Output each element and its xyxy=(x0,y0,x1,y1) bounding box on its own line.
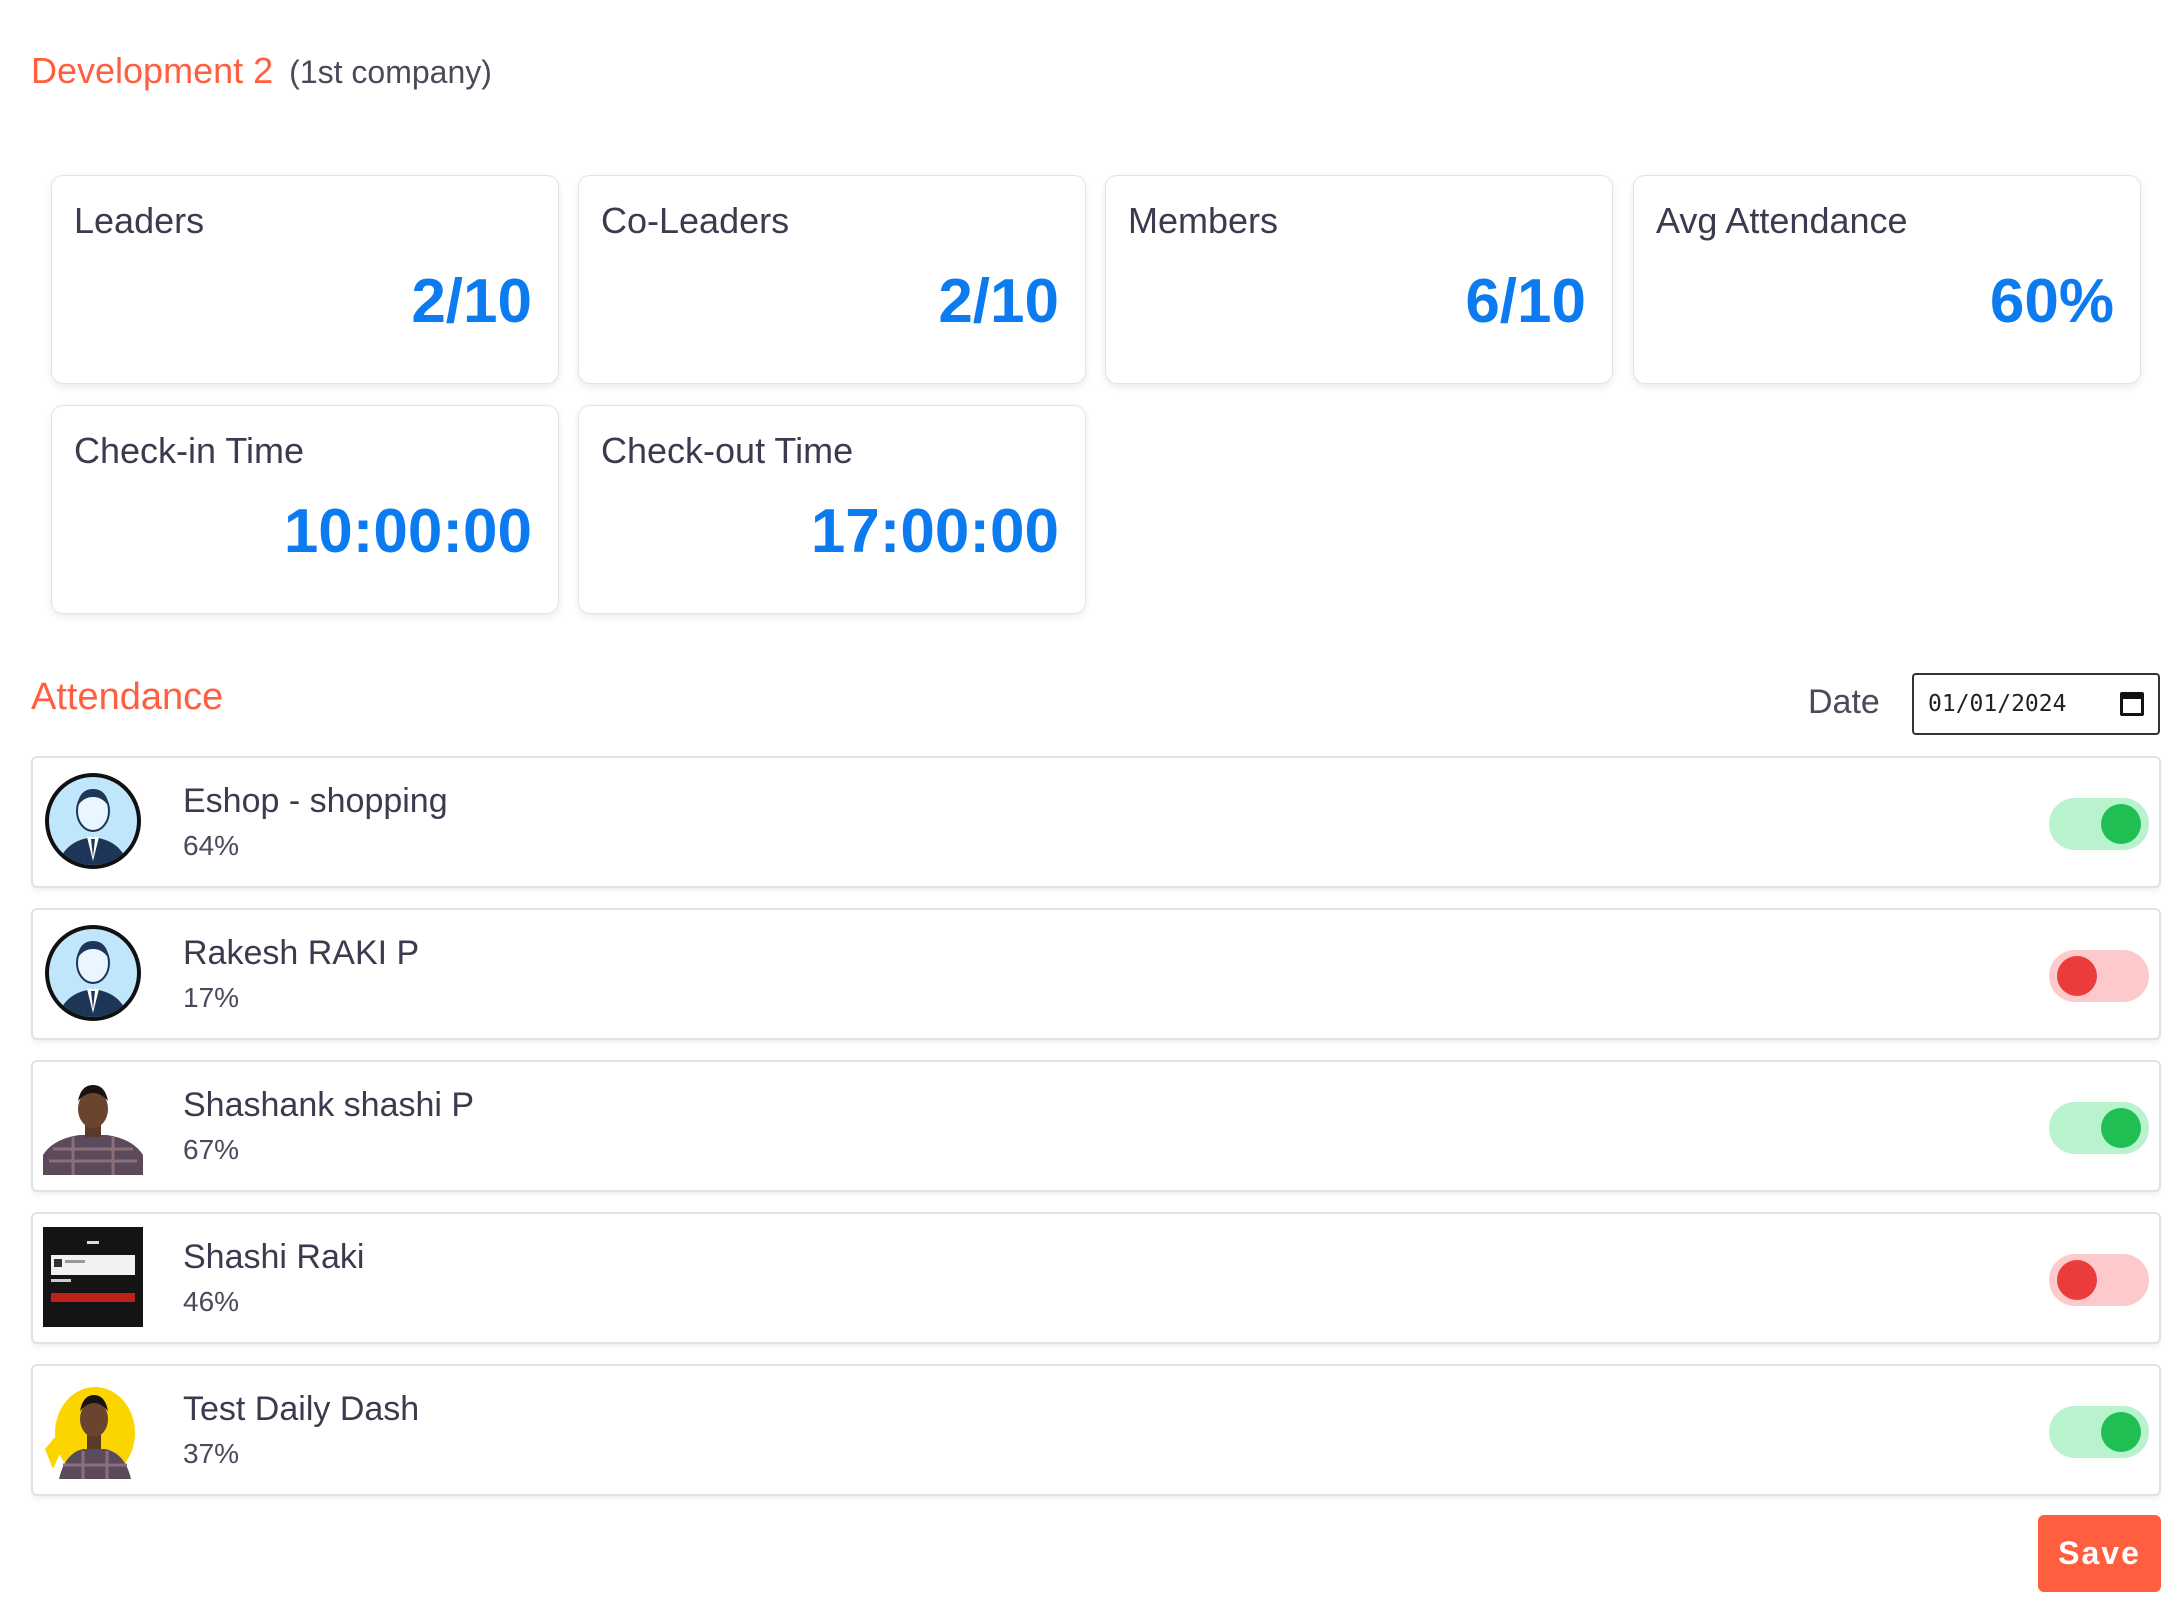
member-row: Shashi Raki 46% xyxy=(31,1212,2161,1344)
attendance-toggle[interactable] xyxy=(2049,1254,2149,1306)
stat-value: 10:00:00 xyxy=(283,497,532,566)
member-row: Shashank shashi P 67% xyxy=(31,1060,2161,1192)
photo-avatar xyxy=(43,1075,143,1175)
member-name: Test Daily Dash xyxy=(183,1390,420,1428)
stat-value: 6/10 xyxy=(1465,267,1586,336)
photo-avatar-yellow xyxy=(43,1379,143,1479)
stat-card-check-in: Check-in Time 10:00:00 xyxy=(51,405,559,614)
screenshot-avatar xyxy=(43,1227,143,1327)
member-row: Test Daily Dash 37% xyxy=(31,1364,2161,1496)
date-value: 01/01/2024 xyxy=(1928,691,2067,717)
stat-label: Members xyxy=(1128,200,1279,241)
default-user-avatar xyxy=(43,771,143,871)
attendance-toggle[interactable] xyxy=(2049,798,2149,850)
member-percent: 64% xyxy=(183,830,240,861)
toggle-knob xyxy=(2101,1108,2141,1148)
stat-value: 2/10 xyxy=(938,267,1059,336)
member-percent: 17% xyxy=(183,982,240,1013)
stat-card-leaders: Leaders 2/10 xyxy=(51,175,559,384)
stat-card-check-out: Check-out Time 17:00:00 xyxy=(578,405,1086,614)
default-user-avatar xyxy=(43,923,143,1023)
member-name: Shashi Raki xyxy=(183,1238,365,1276)
stat-label: Co-Leaders xyxy=(601,200,790,241)
save-button[interactable]: Save xyxy=(2038,1515,2161,1592)
toggle-knob xyxy=(2101,1412,2141,1452)
toggle-knob xyxy=(2057,956,2097,996)
attendance-toggle[interactable] xyxy=(2049,950,2149,1002)
date-input[interactable]: 01/01/2024 xyxy=(1912,673,2160,735)
stat-label: Avg Attendance xyxy=(1656,200,1908,241)
page-header: Development 2 (1st company) xyxy=(31,50,492,92)
stat-card-avg-attendance: Avg Attendance 60% xyxy=(1633,175,2141,384)
stat-label: Leaders xyxy=(74,200,205,241)
team-name: Development 2 xyxy=(31,50,274,91)
member-name: Shashank shashi P xyxy=(183,1086,475,1124)
date-label: Date xyxy=(1808,683,1880,721)
calendar-icon[interactable] xyxy=(2120,692,2144,716)
attendance-toggle[interactable] xyxy=(2049,1406,2149,1458)
member-row: Rakesh RAKI P 17% xyxy=(31,908,2161,1040)
attendance-toggle[interactable] xyxy=(2049,1102,2149,1154)
member-percent: 46% xyxy=(183,1286,240,1317)
stat-label: Check-in Time xyxy=(74,430,305,471)
member-name: Eshop - shopping xyxy=(183,782,448,820)
member-percent: 67% xyxy=(183,1134,240,1165)
toggle-knob xyxy=(2057,1260,2097,1300)
member-percent: 37% xyxy=(183,1438,240,1469)
stat-value: 2/10 xyxy=(411,267,532,336)
stat-card-members: Members 6/10 xyxy=(1105,175,1613,384)
stat-value: 60% xyxy=(1989,267,2114,336)
member-name: Rakesh RAKI P xyxy=(183,934,420,972)
stat-value: 17:00:00 xyxy=(810,497,1059,566)
toggle-knob xyxy=(2101,804,2141,844)
stat-label: Check-out Time xyxy=(601,430,854,471)
member-row: Eshop - shopping 64% xyxy=(31,756,2161,888)
attendance-title: Attendance xyxy=(31,676,224,718)
company-name: (1st company) xyxy=(289,54,492,90)
stat-card-co-leaders: Co-Leaders 2/10 xyxy=(578,175,1086,384)
